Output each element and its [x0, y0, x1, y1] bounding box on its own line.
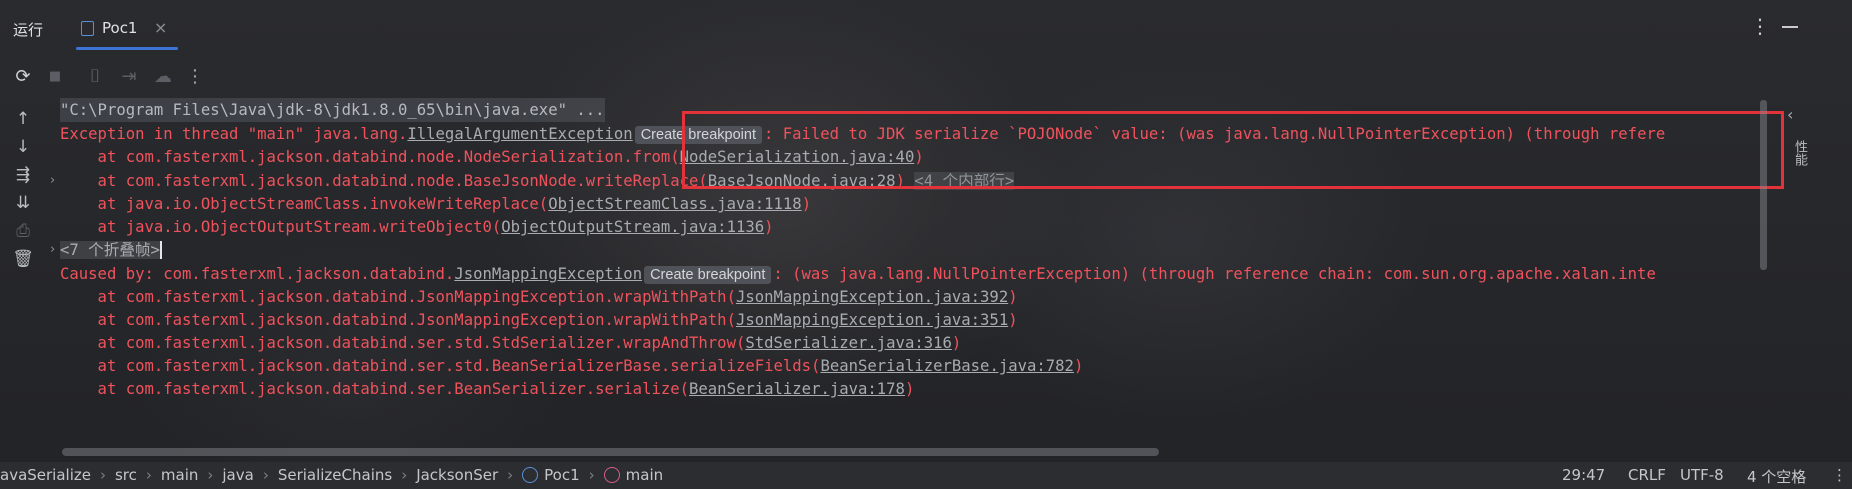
breadcrumb-separator: › — [207, 466, 214, 484]
console-line: Caused by: com.fasterxml.jackson.databin… — [60, 265, 1656, 284]
console-line: at com.fasterxml.jackson.databind.ser.Be… — [60, 380, 915, 398]
console-line: at com.fasterxml.jackson.databind.ser.st… — [60, 357, 1084, 375]
exit-icon[interactable]: ⇥ — [118, 65, 140, 87]
arrow-down-icon[interactable]: ↓ — [10, 134, 36, 160]
console-line: at java.io.ObjectOutputStream.writeObjec… — [60, 218, 774, 236]
stack-frame-link[interactable]: ObjectOutputStream.java:1136 — [501, 218, 764, 236]
rerun-icon[interactable]: ⟳ — [12, 65, 34, 87]
soft-wrap-icon[interactable]: ⇶ — [10, 162, 36, 188]
breadcrumb-item[interactable]: JacksonSer — [416, 466, 498, 484]
status-bar: avaSerialize › src › main › java › Seria… — [0, 462, 1852, 489]
run-config-icon — [81, 21, 94, 36]
breadcrumb-separator: › — [145, 466, 152, 484]
cloud-icon[interactable]: ☁ — [152, 65, 174, 87]
stack-frame-link[interactable]: BeanSerializerBase.java:782 — [820, 357, 1073, 375]
breadcrumb-item[interactable]: main — [626, 466, 663, 484]
active-tab-indicator — [76, 47, 178, 50]
vertical-scrollbar[interactable] — [1760, 100, 1767, 270]
exception-link[interactable]: IllegalArgumentException — [407, 125, 632, 143]
console-side-toolbar: ↑ ↓ ⇶ ⇊ ⎙ 🗑 — [0, 96, 46, 456]
expand-chevron-icon[interactable]: › — [50, 169, 55, 193]
run-tool-window-header: 运行 Poc1 × ⋮ — [0, 0, 1852, 54]
camera-icon[interactable]: ⌷ — [84, 65, 106, 87]
cursor-position[interactable]: 29:47 — [1562, 466, 1605, 484]
breadcrumb-item[interactable]: main — [161, 466, 198, 484]
tab-poc1[interactable]: Poc1 × — [76, 10, 178, 50]
collapse-chevron-icon[interactable]: ‹ — [1787, 105, 1793, 124]
minimize-icon[interactable] — [1782, 26, 1798, 28]
run-toolbar: ⟳ ■ ⌷ ⇥ ☁ ⋮ — [0, 58, 1852, 94]
right-side-panel: ‹ 性能 — [1782, 100, 1812, 200]
more-options-icon[interactable]: ⋮ — [1832, 466, 1847, 484]
annotation-highlight-box — [682, 111, 1784, 189]
scroll-to-end-icon[interactable]: ⇊ — [10, 190, 36, 216]
console-line: "C:\Program Files\Java\jdk-8\jdk1.8.0_65… — [60, 98, 605, 122]
console-line: at com.fasterxml.jackson.databind.JsonMa… — [60, 311, 1018, 329]
stack-frame-link[interactable]: BeanSerializer.java:178 — [689, 380, 905, 398]
create-breakpoint-button[interactable]: Create breakpoint — [644, 266, 772, 284]
folded-frames[interactable]: <7 个折叠帧> — [60, 241, 162, 259]
stop-icon[interactable]: ■ — [44, 65, 66, 87]
close-icon[interactable]: × — [154, 18, 167, 37]
stack-frame-link[interactable]: JsonMappingException.java:392 — [736, 288, 1008, 306]
tab-poc1-label: Poc1 — [102, 19, 138, 37]
options-menu-icon[interactable]: ⋮ — [1750, 14, 1770, 38]
console-line: at java.io.ObjectStreamClass.invokeWrite… — [60, 195, 812, 213]
stack-frame-link[interactable]: StdSerializer.java:316 — [745, 334, 952, 352]
console-line: at com.fasterxml.jackson.databind.JsonMa… — [60, 288, 1018, 306]
breadcrumb-item[interactable]: src — [115, 466, 137, 484]
breadcrumb: avaSerialize › src › main › java › Seria… — [0, 466, 663, 484]
trash-icon[interactable]: 🗑 — [10, 246, 36, 272]
stack-frame-link[interactable]: JsonMappingException.java:351 — [736, 311, 1008, 329]
method-icon — [603, 467, 620, 483]
run-tool-window-title: 运行 — [13, 21, 44, 39]
breadcrumb-separator: › — [588, 466, 595, 484]
breadcrumb-separator: › — [99, 466, 106, 484]
stack-frame-link[interactable]: ObjectStreamClass.java:1118 — [548, 195, 801, 213]
console-line: at com.fasterxml.jackson.databind.ser.st… — [60, 334, 962, 352]
expand-chevron-icon[interactable]: › — [50, 238, 55, 262]
breadcrumb-item[interactable]: Poc1 — [544, 466, 579, 484]
performance-tab[interactable]: 性能 — [1790, 140, 1809, 166]
arrow-up-icon[interactable]: ↑ — [10, 106, 36, 132]
breadcrumb-item[interactable]: java — [222, 466, 253, 484]
more-options-icon[interactable]: ⋮ — [184, 65, 206, 87]
breadcrumb-item[interactable]: avaSerialize — [0, 466, 91, 484]
horizontal-scrollbar[interactable] — [62, 448, 1159, 456]
breadcrumb-separator: › — [401, 466, 408, 484]
line-ending[interactable]: CRLF — [1628, 466, 1666, 484]
file-encoding[interactable]: UTF-8 — [1680, 466, 1724, 484]
console-line: <7 个折叠帧> — [60, 238, 162, 262]
breadcrumb-item[interactable]: SerializeChains — [278, 466, 392, 484]
breadcrumb-separator: › — [507, 466, 514, 484]
print-icon[interactable]: ⎙ — [10, 218, 36, 244]
class-icon — [522, 467, 539, 483]
exception-link[interactable]: JsonMappingException — [454, 265, 642, 283]
breadcrumb-separator: › — [262, 466, 269, 484]
indent-setting[interactable]: 4 个空格 — [1747, 466, 1806, 487]
